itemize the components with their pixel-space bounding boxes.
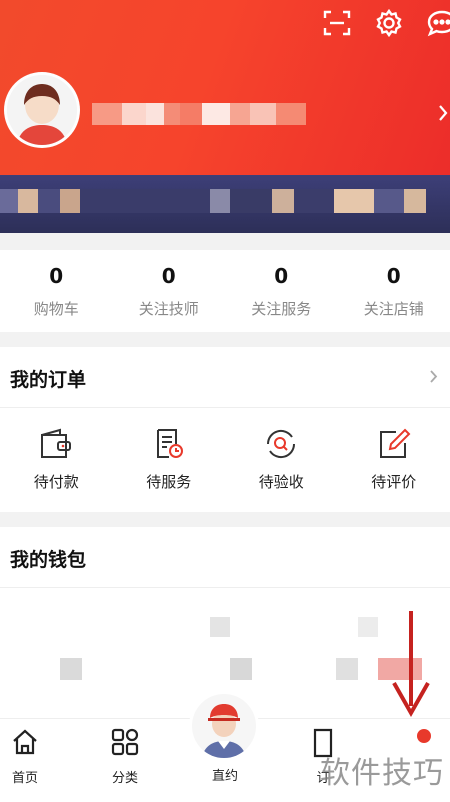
stat-label: 关注店铺 [338,298,450,319]
nav-label: 分类 [106,767,144,786]
message-icon[interactable] [424,6,450,40]
order-pending-review[interactable]: 待评价 [338,427,450,492]
scan-icon[interactable] [320,6,354,40]
username-blurred [92,103,306,125]
order-pending-acceptance[interactable]: 待验收 [225,427,338,492]
order-status-label: 待评价 [338,471,450,492]
nav-category[interactable]: 分类 [106,727,144,786]
order-status-list: 待付款 待服务 待验收 待评价 [0,427,450,492]
nav-label: 直约 [203,765,247,784]
gear-icon[interactable] [372,6,406,40]
stat-value: 0 [225,264,338,288]
stat-value: 0 [338,264,450,288]
stat-label: 关注技师 [113,298,226,319]
arrow-annotation-icon [388,611,434,725]
search-circle-icon [263,427,299,461]
promo-banner[interactable] [0,175,450,233]
watermark-text: 软件技巧 [320,748,444,792]
stat-followed-services[interactable]: 0 关注服务 [225,250,338,332]
divider [0,587,450,588]
order-pending-payment[interactable]: 待付款 [0,427,113,492]
nav-direct-booking[interactable]: 直约 [203,765,247,784]
stat-label: 购物车 [0,298,113,319]
order-pending-service[interactable]: 待服务 [113,427,226,492]
stat-followed-shops[interactable]: 0 关注店铺 [338,250,450,332]
home-icon [10,727,40,757]
stat-cart[interactable]: 0 购物车 [0,250,113,332]
order-status-label: 待服务 [113,471,226,492]
banner-blurred [0,189,426,213]
stat-value: 0 [0,264,113,288]
orders-title[interactable]: 我的订单 [10,365,86,392]
chevron-right-icon[interactable] [429,369,438,388]
order-status-label: 待验收 [225,471,338,492]
grid-icon [110,727,140,757]
nav-label: 首页 [6,767,44,786]
document-clock-icon [151,427,187,461]
dot-icon[interactable] [417,729,431,743]
nav-home[interactable]: 首页 [6,727,44,786]
header-actions [320,6,450,40]
stats-row: 0 购物车 0 关注技师 0 关注服务 0 关注店铺 [0,250,450,332]
chevron-right-icon[interactable] [438,104,448,126]
stat-value: 0 [113,264,226,288]
wallet-card: 我的钱包 [0,527,450,718]
orders-card: 我的订单 待付款 待服务 待验收 待评价 [0,347,450,512]
stat-label: 关注服务 [225,298,338,319]
wallet-icon [38,427,74,461]
profile-header [0,0,450,175]
wallet-title[interactable]: 我的钱包 [10,545,86,572]
divider [0,407,450,408]
stat-followed-technicians[interactable]: 0 关注技师 [113,250,226,332]
technician-avatar-icon[interactable] [192,694,256,758]
order-status-label: 待付款 [0,471,113,492]
avatar-icon[interactable] [4,72,80,148]
edit-icon [376,427,412,461]
